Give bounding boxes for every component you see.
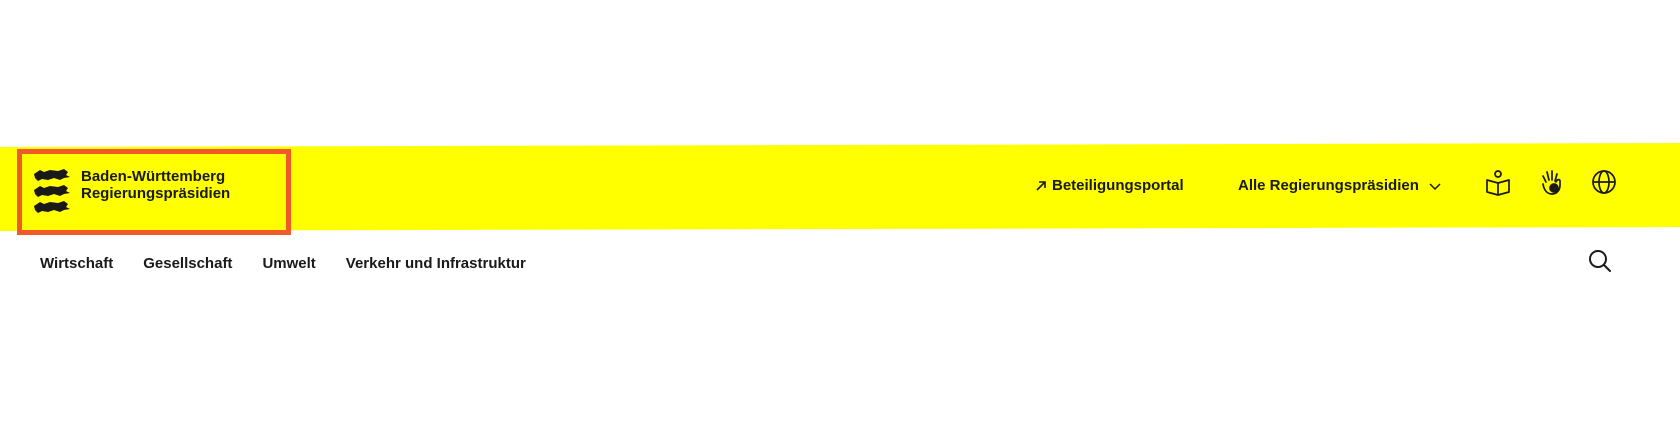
nav-item-gesellschaft[interactable]: Gesellschaft [143,255,232,272]
brand-line-1: Baden-Württemberg [81,168,226,185]
beteiligungsportal-link[interactable]: Beteiligungsportal [1035,177,1184,194]
nav-item-wirtschaft[interactable]: Wirtschaft [40,255,113,272]
home-logo-link[interactable]: Baden-Württemberg Regierungspräsidien [17,149,291,235]
globe-icon[interactable] [1590,168,1618,196]
nav-item-verkehr-und-infrastruktur[interactable]: Verkehr und Infrastruktur [346,255,526,272]
main-navigation: Wirtschaft Gesellschaft Umwelt Verkehr u… [40,255,556,272]
brand-name: Baden-Württemberg Regierungspräsidien [81,168,230,202]
regierungspraesidien-dropdown[interactable]: Alle Regierungspräsidien [1238,177,1442,194]
three-lions-icon [34,169,70,213]
chevron-down-icon [1429,182,1441,190]
beteiligungsportal-label: Beteiligungsportal [1052,177,1184,194]
easy-language-icon[interactable] [1484,168,1512,196]
brand-line-2: Regierungspräsidien [81,185,231,202]
arrow-up-right-icon [1036,180,1046,191]
nav-item-umwelt[interactable]: Umwelt [262,255,315,272]
search-icon[interactable] [1587,248,1613,274]
regierungspraesidien-label: Alle Regierungspräsidien [1238,177,1419,194]
sign-language-icon[interactable] [1537,168,1565,196]
